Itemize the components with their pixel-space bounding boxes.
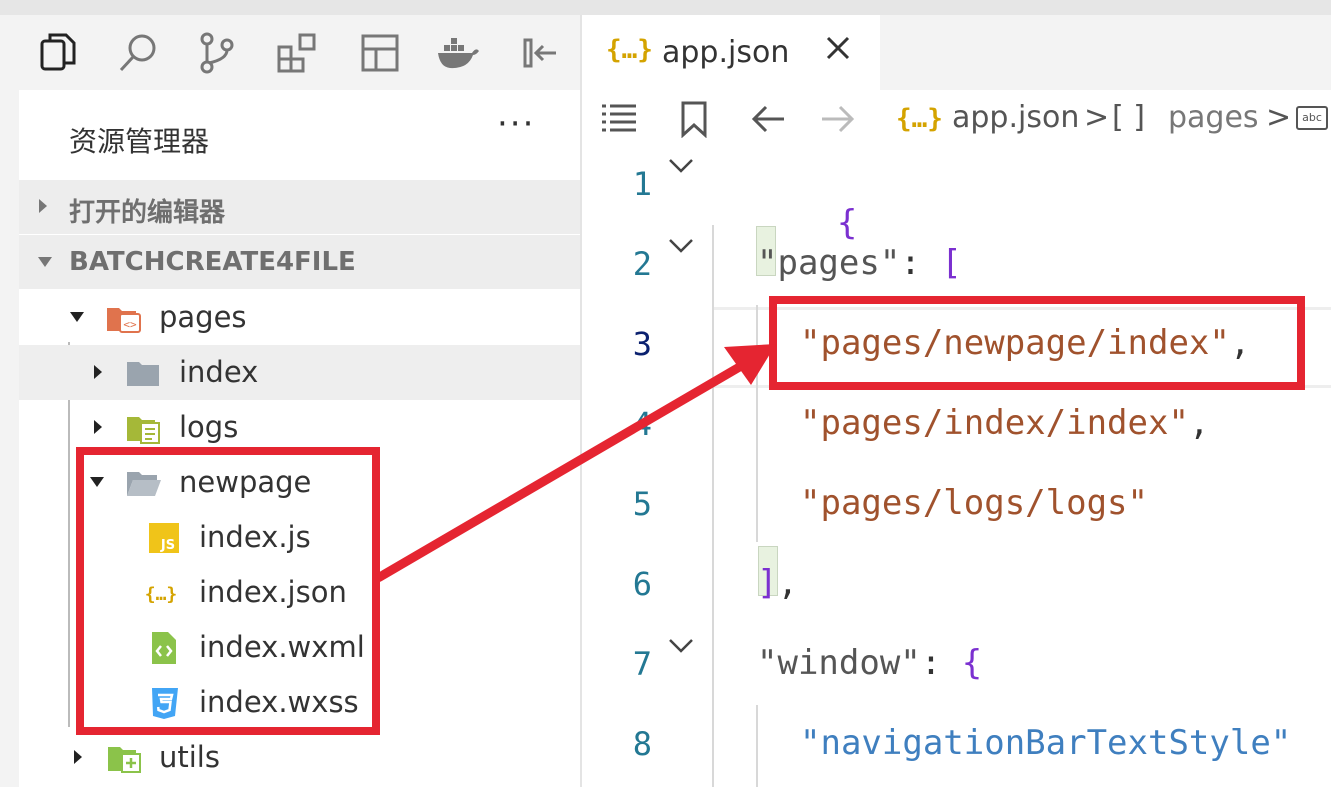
annotation-arrow xyxy=(375,344,776,582)
